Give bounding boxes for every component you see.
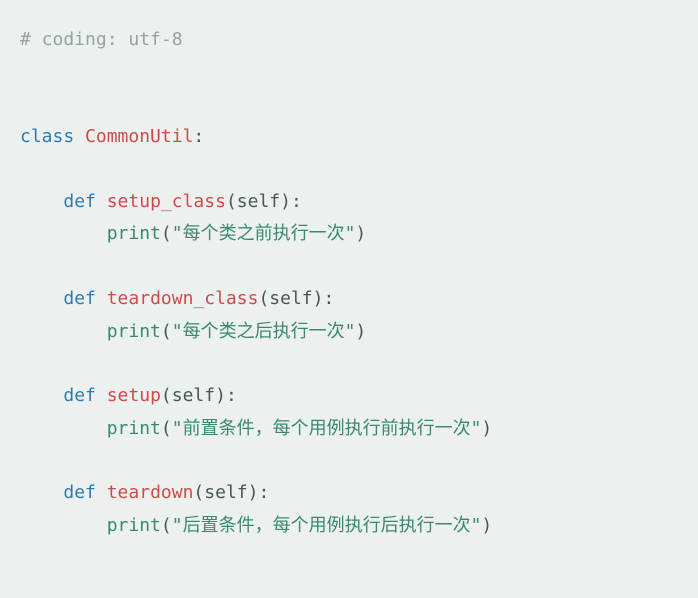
class-keyword: class: [20, 126, 74, 147]
def-keyword: def: [63, 288, 96, 309]
colon: :: [226, 385, 237, 406]
paren-close: ): [481, 515, 492, 536]
colon: :: [323, 288, 334, 309]
class-name: CommonUtil: [85, 126, 193, 147]
paren-close: ): [215, 385, 226, 406]
paren-close: ): [313, 288, 324, 309]
param-self: self: [269, 288, 312, 309]
paren-close: ): [481, 418, 492, 439]
def-keyword: def: [63, 482, 96, 503]
paren-close: ): [355, 321, 366, 342]
paren-open: (: [161, 321, 172, 342]
method-name: teardown_class: [107, 288, 259, 309]
string-literal: "每个类之前执行一次": [172, 223, 356, 244]
string-literal: "后置条件，每个用例执行后执行一次": [172, 515, 482, 536]
paren-open: (: [161, 515, 172, 536]
method-name: setup: [107, 385, 161, 406]
method-name: setup_class: [107, 191, 226, 212]
colon: :: [258, 482, 269, 503]
print-call: print: [107, 223, 161, 244]
string-literal: "每个类之后执行一次": [172, 321, 356, 342]
def-keyword: def: [63, 385, 96, 406]
print-call: print: [107, 418, 161, 439]
paren-open: (: [161, 418, 172, 439]
paren-open: (: [161, 385, 172, 406]
param-self: self: [204, 482, 247, 503]
param-self: self: [237, 191, 280, 212]
colon: :: [193, 126, 204, 147]
paren-close: ): [280, 191, 291, 212]
code-block: # coding: utf-8 class CommonUtil: def se…: [20, 24, 678, 542]
paren-open: (: [226, 191, 237, 212]
string-literal: "前置条件，每个用例执行前执行一次": [172, 418, 482, 439]
method-name: teardown: [107, 482, 194, 503]
colon: :: [291, 191, 302, 212]
paren-close: ): [355, 223, 366, 244]
paren-open: (: [193, 482, 204, 503]
print-call: print: [107, 321, 161, 342]
def-keyword: def: [63, 191, 96, 212]
paren-open: (: [258, 288, 269, 309]
paren-close: ): [248, 482, 259, 503]
paren-open: (: [161, 223, 172, 244]
comment-line: # coding: utf-8: [20, 29, 183, 50]
param-self: self: [172, 385, 215, 406]
print-call: print: [107, 515, 161, 536]
